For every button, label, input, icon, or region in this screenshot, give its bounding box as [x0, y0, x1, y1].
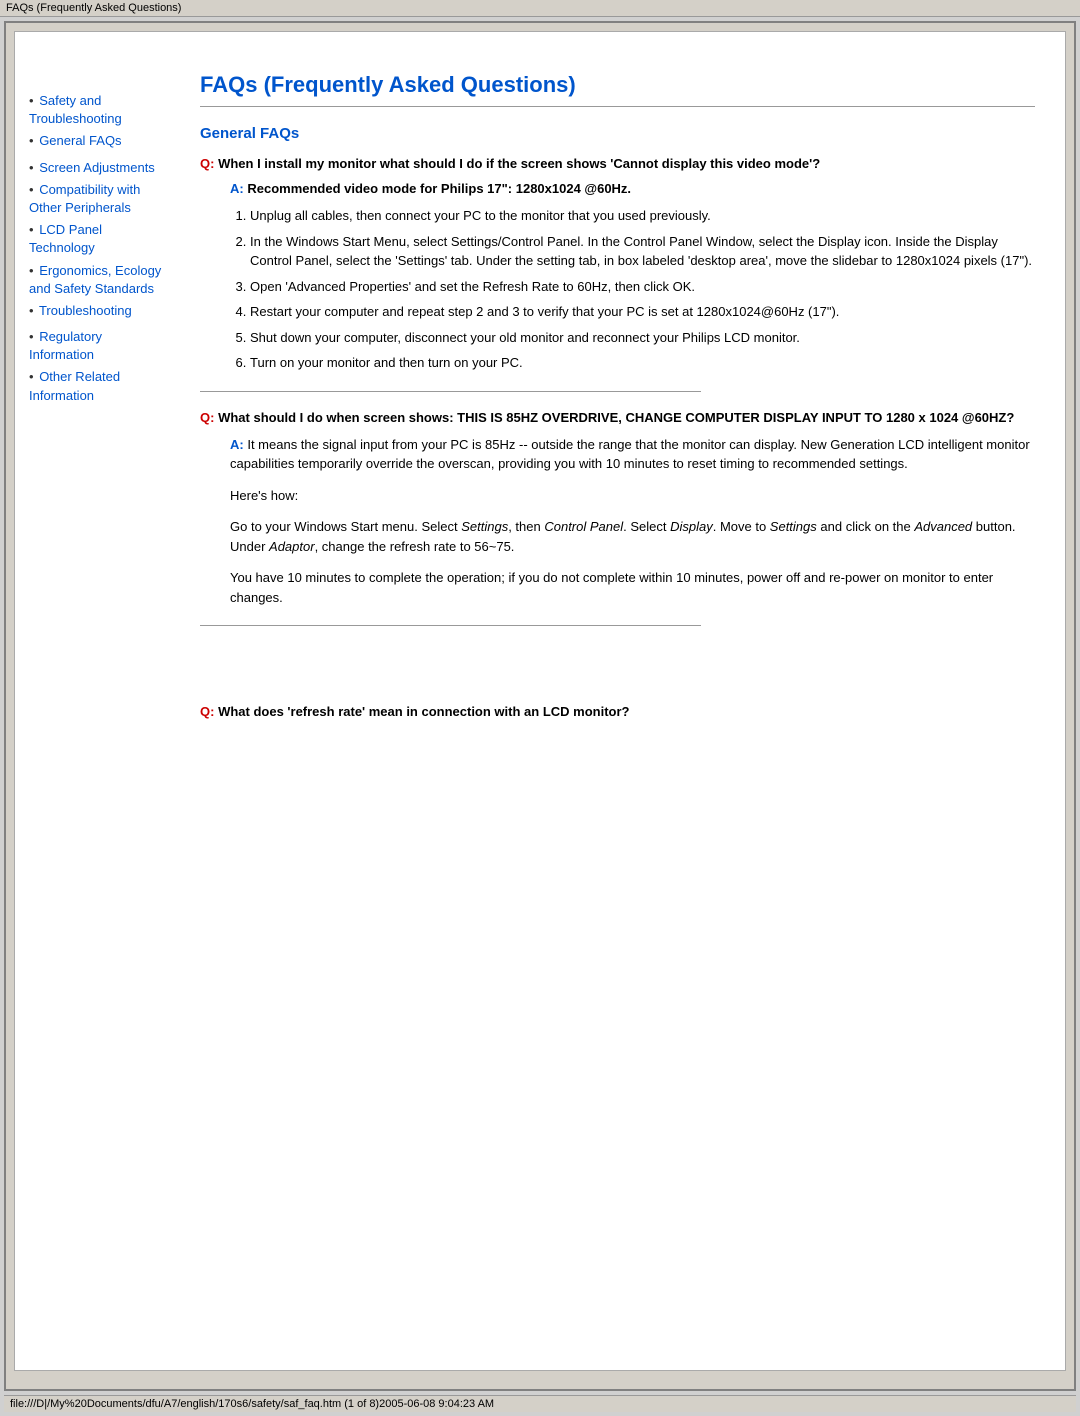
sidebar-item-regulatory[interactable]: • Regulatory Information	[29, 328, 170, 364]
q2-answer-text: It means the signal input from your PC i…	[230, 437, 1030, 472]
bullet-icon: •	[29, 160, 34, 175]
page-title: FAQs (Frequently Asked Questions)	[200, 72, 1035, 98]
sidebar-link-troubleshooting[interactable]: Troubleshooting	[39, 303, 132, 318]
q1-step-4: Restart your computer and repeat step 2 …	[250, 302, 1035, 322]
q3-question: What does 'refresh rate' mean in connect…	[218, 704, 629, 719]
sidebar-item-general-faqs[interactable]: • General FAQs	[29, 132, 170, 150]
q1-step-5: Shut down your computer, disconnect your…	[250, 328, 1035, 348]
sidebar-link-ergonomics[interactable]: Ergonomics, Ecology and Safety Standards	[29, 263, 161, 296]
q2-answer-para: A: It means the signal input from your P…	[230, 435, 1035, 474]
q1-step-1: Unplug all cables, then connect your PC …	[250, 206, 1035, 226]
spacer	[200, 644, 1035, 704]
bullet-icon: •	[29, 133, 34, 148]
sidebar-nav: • Safety and Troubleshooting • General F…	[29, 92, 170, 405]
q1-answer-block: A: Recommended video mode for Philips 17…	[230, 181, 1035, 373]
q2-a-label: A:	[230, 437, 244, 452]
q2-heres-how: Here's how:	[230, 486, 1035, 506]
sidebar-item-troubleshooting[interactable]: • Troubleshooting	[29, 302, 170, 320]
q1-step-2: In the Windows Start Menu, select Settin…	[250, 232, 1035, 271]
window-titlebar: FAQs (Frequently Asked Questions)	[0, 0, 1080, 17]
statusbar: file:///D|/My%20Documents/dfu/A7/english…	[4, 1395, 1076, 1412]
settings-italic: Settings	[461, 519, 508, 534]
q1-divider	[200, 391, 701, 392]
sidebar-link-regulatory[interactable]: Regulatory Information	[29, 329, 102, 362]
bullet-icon: •	[29, 303, 34, 318]
q1-answer-intro-text: Recommended video mode for Philips 17": …	[247, 181, 631, 196]
display-italic: Display	[670, 519, 713, 534]
q2-question: What should I do when screen shows: THIS…	[218, 410, 1014, 425]
bullet-icon: •	[29, 222, 34, 237]
section-title: General FAQs	[200, 125, 1035, 142]
sidebar-item-compatibility[interactable]: • Compatibility with Other Peripherals	[29, 181, 170, 217]
q1-steps-list: Unplug all cables, then connect your PC …	[250, 206, 1035, 373]
bullet-icon: •	[29, 263, 34, 278]
q3-label: Q:	[200, 704, 214, 719]
question-3: Q: What does 'refresh rate' mean in conn…	[200, 704, 1035, 719]
sidebar-link-general-faqs[interactable]: General FAQs	[39, 133, 121, 148]
title-divider	[200, 106, 1035, 107]
bullet-icon: •	[29, 329, 34, 344]
sidebar-item-safety[interactable]: • Safety and Troubleshooting	[29, 92, 170, 128]
question-1: Q: When I install my monitor what should…	[200, 156, 1035, 373]
main-content: FAQs (Frequently Asked Questions) Genera…	[180, 32, 1065, 1370]
question-3-text: Q: What does 'refresh rate' mean in conn…	[200, 704, 1035, 719]
sidebar-link-other[interactable]: Other Related Information	[29, 369, 120, 402]
question-2-text: Q: What should I do when screen shows: T…	[200, 410, 1035, 425]
q1-label: Q:	[200, 156, 214, 171]
q1-step-6: Turn on your monitor and then turn on yo…	[250, 353, 1035, 373]
q2-divider	[200, 625, 701, 626]
q2-instructions: Go to your Windows Start menu. Select Se…	[230, 517, 1035, 556]
q2-minutes-text: You have 10 minutes to complete the oper…	[230, 568, 1035, 607]
sidebar-link-compatibility[interactable]: Compatibility with Other Peripherals	[29, 182, 140, 215]
sidebar: • Safety and Troubleshooting • General F…	[15, 32, 180, 1370]
adaptor-italic: Adaptor	[269, 539, 315, 554]
q2-answer-block: A: It means the signal input from your P…	[230, 435, 1035, 608]
control-panel-italic: Control Panel	[544, 519, 623, 534]
sidebar-link-safety[interactable]: Safety and Troubleshooting	[29, 93, 122, 126]
settings2-italic: Settings	[770, 519, 817, 534]
browser-window: • Safety and Troubleshooting • General F…	[4, 21, 1076, 1391]
bullet-icon: •	[29, 182, 34, 197]
page-content: • Safety and Troubleshooting • General F…	[14, 31, 1066, 1371]
bullet-icon: •	[29, 369, 34, 384]
sidebar-link-screen[interactable]: Screen Adjustments	[39, 160, 155, 175]
question-2: Q: What should I do when screen shows: T…	[200, 410, 1035, 608]
question-1-text: Q: When I install my monitor what should…	[200, 156, 1035, 171]
sidebar-item-screen[interactable]: • Screen Adjustments	[29, 159, 170, 177]
q1-step-3: Open 'Advanced Properties' and set the R…	[250, 277, 1035, 297]
q2-label: Q:	[200, 410, 214, 425]
q1-question: When I install my monitor what should I …	[218, 156, 820, 171]
bullet-icon: •	[29, 93, 34, 108]
sidebar-item-ergonomics[interactable]: • Ergonomics, Ecology and Safety Standar…	[29, 262, 170, 298]
sidebar-item-other[interactable]: • Other Related Information	[29, 368, 170, 404]
advanced-italic: Advanced	[914, 519, 972, 534]
q1-a-label: A:	[230, 181, 244, 196]
sidebar-item-lcd[interactable]: • LCD Panel Technology	[29, 221, 170, 257]
sidebar-link-lcd[interactable]: LCD Panel Technology	[29, 222, 102, 255]
q1-answer-intro: A: Recommended video mode for Philips 17…	[230, 181, 1035, 196]
